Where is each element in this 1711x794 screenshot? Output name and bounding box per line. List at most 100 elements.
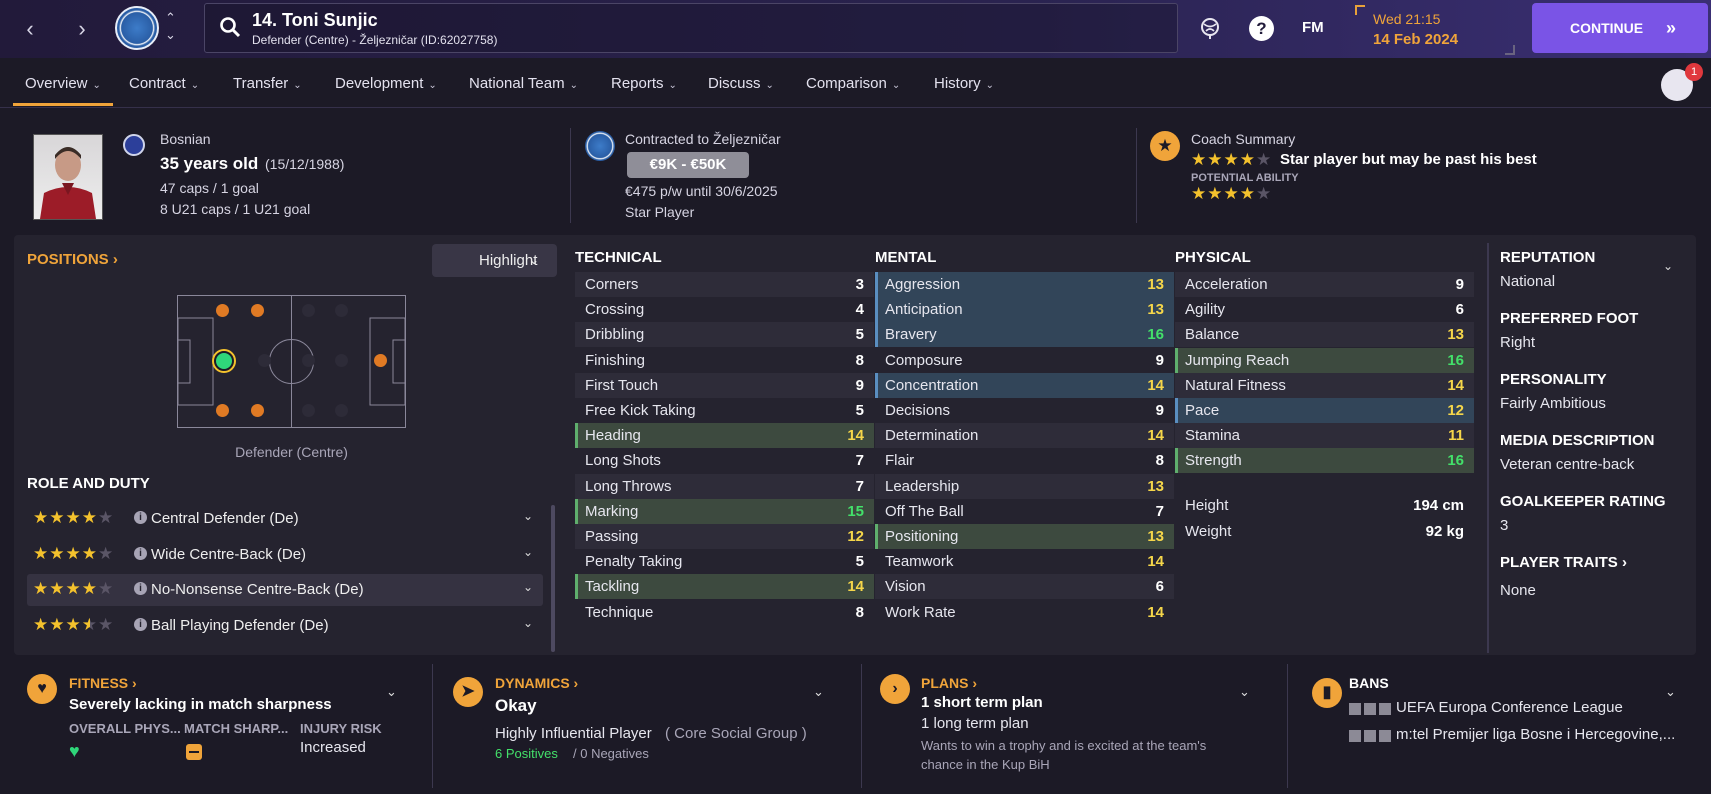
globe-icon[interactable] [1197, 15, 1223, 41]
continue-button[interactable]: CONTINUE » [1532, 3, 1708, 53]
chevron-down-icon[interactable]: ⌄ [1665, 684, 1676, 700]
attribute-row[interactable]: Positioning 13 [875, 524, 1174, 549]
attribute-row[interactable]: Tackling 14 [575, 574, 874, 600]
dynamics-title-link[interactable]: DYNAMICS › [495, 675, 578, 691]
chevron-down-icon[interactable]: ⌄ [523, 545, 533, 559]
chevron-up-icon[interactable]: ⌃ [165, 11, 176, 24]
tab-label: Comparison [806, 75, 887, 92]
attribute-row[interactable]: Free Kick Taking 5 [575, 398, 874, 423]
attribute-row[interactable]: Vision 6 [875, 574, 1174, 600]
chevron-down-icon[interactable]: ⌄ [165, 28, 176, 41]
reputation-value: National [1500, 273, 1556, 290]
attribute-row[interactable]: Bravery 16 [875, 322, 1174, 348]
attribute-row[interactable]: Stamina 11 [1175, 423, 1474, 449]
attribute-value: 11 [1448, 427, 1464, 445]
attribute-row[interactable]: Long Throws 7 [575, 473, 874, 499]
attribute-row[interactable]: Leadership 13 [875, 473, 1174, 499]
tab-reports[interactable]: Reports ⌄ [611, 64, 677, 104]
attribute-name: Positioning [885, 528, 959, 545]
player-traits-link[interactable]: PLAYER TRAITS › [1500, 554, 1627, 571]
info-icon[interactable]: i [134, 618, 147, 631]
attribute-row[interactable]: Composure 9 [875, 348, 1174, 373]
attribute-row[interactable]: Strength 16 [1175, 448, 1474, 474]
chevron-down-icon[interactable]: ⌄ [1239, 684, 1250, 700]
role-row[interactable]: ★★★★★ i Ball Playing Defender (De) ⌄ [27, 610, 543, 642]
attribute-row[interactable]: Anticipation 13 [875, 297, 1174, 323]
attribute-row[interactable]: Jumping Reach 16 [1175, 347, 1474, 373]
plans-title-link[interactable]: PLANS › [921, 675, 977, 691]
attribute-row[interactable]: Decisions 9 [875, 398, 1174, 423]
attribute-name: Leadership [885, 477, 960, 495]
chevron-down-icon[interactable]: ⌄ [523, 616, 533, 630]
attribute-row[interactable]: Corners 3 [575, 272, 874, 297]
attribute-row[interactable]: Determination 14 [875, 423, 1174, 449]
chevron-down-icon[interactable]: ⌄ [1663, 259, 1673, 273]
attribute-row[interactable]: Off The Ball 7 [875, 499, 1174, 524]
chevron-down-icon[interactable]: ⌄ [523, 509, 533, 523]
back-icon[interactable]: ‹ [15, 14, 45, 44]
squad-status: Star Player [625, 204, 695, 220]
fm-logo[interactable]: FM [1302, 19, 1324, 36]
attribute-row[interactable]: Crossing 4 [575, 297, 874, 322]
ban-slot [1349, 730, 1361, 742]
attribute-row[interactable]: Long Shots 7 [575, 448, 874, 473]
attribute-row[interactable]: Acceleration 9 [1175, 272, 1474, 297]
tab-comparison[interactable]: Comparison ⌄ [806, 64, 900, 104]
attribute-row[interactable]: Teamwork 14 [875, 549, 1174, 574]
dynamics-arrow-icon: ➤ [453, 677, 483, 707]
attribute-row[interactable]: Work Rate 14 [875, 600, 1174, 625]
contracted-to[interactable]: Contracted to Željezničar [625, 131, 781, 147]
attribute-row[interactable]: Agility 6 [1175, 297, 1474, 322]
attribute-row[interactable]: Natural Fitness 14 [1175, 372, 1474, 398]
attribute-row[interactable]: Balance 13 [1175, 322, 1474, 348]
attribute-row[interactable]: Finishing 8 [575, 348, 874, 373]
info-icon[interactable]: i [134, 511, 147, 524]
attribute-row[interactable]: Penalty Taking 5 [575, 549, 874, 574]
player-name: 14. Toni Sunjic [252, 10, 378, 30]
ban-competition: m:tel Premijer liga Bosne i Hercegovine,… [1396, 726, 1676, 743]
role-row[interactable]: ★★★★★ i Wide Centre-Back (De) ⌄ [27, 539, 543, 571]
fitness-title-link[interactable]: FITNESS › [69, 675, 137, 691]
role-row[interactable]: ★★★★★ i Central Defender (De) ⌄ [27, 503, 543, 535]
attribute-row[interactable]: Dribbling 5 [575, 322, 874, 348]
tab-contract[interactable]: Contract ⌄ [129, 64, 199, 104]
tab-discuss[interactable]: Discuss ⌄ [708, 64, 774, 104]
tab-label: Overview [25, 75, 88, 92]
chevron-down-icon[interactable]: ⌄ [813, 684, 824, 700]
chevron-down-icon[interactable]: ⌄ [386, 684, 397, 700]
position-dot [258, 354, 271, 367]
top-bar: ‹ › ⌃ ⌄ 14. Toni Sunjic Defender (Centre… [0, 0, 1711, 58]
attribute-row[interactable]: Technique 8 [575, 600, 874, 625]
personality-label: PERSONALITY [1500, 371, 1607, 388]
tab-transfer[interactable]: Transfer ⌄ [233, 64, 302, 104]
attribute-name: Bravery [885, 326, 937, 344]
attribute-row[interactable]: Marking 15 [575, 498, 874, 524]
attribute-row[interactable]: Aggression 13 [875, 272, 1174, 297]
highlight-dropdown[interactable]: Highlight ⌄ [432, 244, 557, 277]
attribute-row[interactable]: Heading 14 [575, 423, 874, 449]
attribute-value: 13 [1147, 276, 1164, 293]
attribute-row[interactable]: First Touch 9 [575, 372, 874, 398]
roles-scrollbar[interactable] [551, 505, 555, 652]
info-icon[interactable]: i [134, 582, 147, 595]
fitness-status: Severely lacking in match sharpness [69, 696, 332, 713]
club-crest-icon[interactable] [115, 6, 159, 50]
search-bar[interactable]: 14. Toni Sunjic Defender (Centre) - Želj… [204, 3, 1178, 53]
attribute-row[interactable]: Pace 12 [1175, 398, 1474, 423]
attribute-row[interactable]: Flair 8 [875, 448, 1174, 473]
forward-icon[interactable]: › [67, 14, 97, 44]
club-crest-icon[interactable] [585, 131, 615, 161]
role-row-selected[interactable]: ★★★★★ i No-Nonsense Centre-Back (De) ⌄ [27, 574, 543, 606]
tab-development[interactable]: Development ⌄ [335, 64, 437, 104]
positions-title[interactable]: POSITIONS › [27, 251, 118, 268]
help-icon[interactable]: ? [1249, 16, 1274, 41]
attribute-row[interactable]: Concentration 14 [875, 372, 1174, 398]
tab-overview[interactable]: Overview ⌄ [25, 64, 101, 104]
attribute-row[interactable]: Passing 12 [575, 524, 874, 549]
chevron-down-icon[interactable]: ⌄ [523, 580, 533, 594]
info-icon[interactable]: i [134, 547, 147, 560]
position-pitch [177, 295, 406, 428]
tab-national-team[interactable]: National Team ⌄ [469, 64, 578, 104]
chevron-down-icon: ⌄ [765, 80, 774, 91]
tab-history[interactable]: History ⌄ [934, 64, 994, 104]
